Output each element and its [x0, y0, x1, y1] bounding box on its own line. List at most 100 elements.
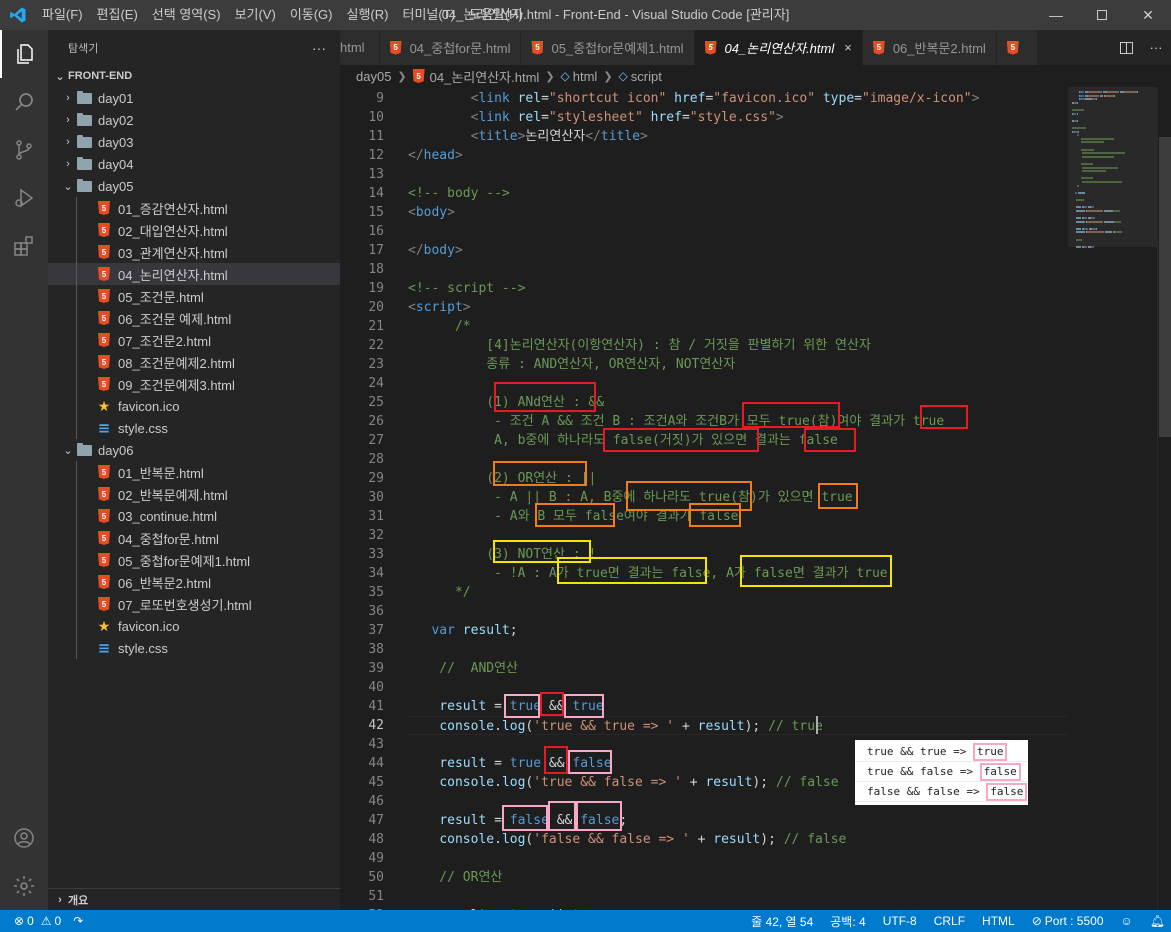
live-server-port[interactable]: ⊘ Port : 5500	[1032, 914, 1104, 928]
language-mode[interactable]: HTML	[982, 914, 1015, 928]
feedback-icon[interactable]: ☺	[1121, 914, 1133, 928]
folder-item[interactable]: › day02	[48, 109, 340, 131]
workspace-root[interactable]: ⌄ FRONT-END	[48, 65, 340, 87]
extensions-icon[interactable]	[0, 222, 48, 270]
file-item[interactable]: 5 09_조건문예제3.html	[48, 373, 340, 395]
file-item[interactable]: ≡ style.css	[48, 417, 340, 439]
menu-item[interactable]: 도움말(H)	[462, 0, 530, 30]
breadcrumb-folder[interactable]: day05	[356, 69, 391, 84]
code-line[interactable]: 종류 : AND연산자, OR연산자, NOT연산자	[408, 355, 1068, 374]
folder-item[interactable]: › day03	[48, 131, 340, 153]
code-line[interactable]: (1) ANd연산 : &&	[408, 393, 1068, 412]
folder-item[interactable]: ⌄ day06	[48, 439, 340, 461]
explorer-icon[interactable]	[0, 30, 48, 78]
code-line[interactable]: </head>	[408, 146, 1068, 165]
file-item[interactable]: 5 07_조건문2.html	[48, 329, 340, 351]
file-item[interactable]: 5 05_중첩for문예제1.html	[48, 549, 340, 571]
split-editor-icon[interactable]	[1119, 41, 1133, 54]
live-share-icon[interactable]: ↷	[73, 914, 83, 928]
code-line[interactable]: - !A : A가 true면 결과는 false, A가 false면 결과가…	[408, 564, 1068, 583]
maximize-icon[interactable]	[1079, 0, 1125, 30]
code-line[interactable]	[408, 849, 1068, 868]
menu-item[interactable]: 이동(G)	[283, 0, 340, 30]
code-line[interactable]: <link rel="shortcut icon" href="favicon.…	[408, 89, 1068, 108]
file-item[interactable]: 5 02_반복문예제.html	[48, 483, 340, 505]
folder-item[interactable]: › day04	[48, 153, 340, 175]
code-line[interactable]	[408, 222, 1068, 241]
code-line[interactable]	[408, 165, 1068, 184]
breadcrumb-file[interactable]: 04_논리연산자.html	[430, 67, 540, 86]
outline-section[interactable]: › 개요	[48, 888, 340, 910]
file-item[interactable]: 5 04_논리연산자.html	[48, 263, 340, 285]
file-item[interactable]: 5 03_관계연산자.html	[48, 241, 340, 263]
editor-tab[interactable]: 5	[996, 30, 1038, 65]
file-item[interactable]: 5 01_반복문.html	[48, 461, 340, 483]
code-line[interactable]: <!-- script -->	[408, 279, 1068, 298]
code-line[interactable]: (3) NOT연산 : !	[408, 545, 1068, 564]
notifications-bell-icon[interactable]: 🔔︎	[1150, 914, 1165, 928]
editor-tab[interactable]: html	[340, 30, 380, 65]
file-item[interactable]: 5 03_continue.html	[48, 505, 340, 527]
more-actions-icon[interactable]: ···	[1150, 40, 1163, 55]
editor-tab[interactable]: 5 04_논리연산자.html ×	[694, 30, 863, 65]
code-line[interactable]: /*	[408, 317, 1068, 336]
menu-item[interactable]: 실행(R)	[340, 0, 396, 30]
code-line[interactable]: <title>논리연산자</title>	[408, 127, 1068, 146]
search-icon[interactable]	[0, 78, 48, 126]
code-line[interactable]	[408, 887, 1068, 906]
file-item[interactable]: 5 05_조건문.html	[48, 285, 340, 307]
file-item[interactable]: 5 02_대입연산자.html	[48, 219, 340, 241]
problems-indicator[interactable]: ⊗ 0 ⚠ 0	[14, 914, 61, 928]
encoding[interactable]: UTF-8	[883, 914, 917, 928]
end-of-line[interactable]: CRLF	[934, 914, 965, 928]
menu-item[interactable]: 파일(F)	[35, 0, 90, 30]
code-line[interactable]	[408, 260, 1068, 279]
menu-item[interactable]: 터미널(T)	[395, 0, 461, 30]
cursor-position[interactable]: 줄 42, 열 54	[751, 913, 813, 930]
code-line[interactable]: result = false && false;	[408, 811, 1068, 830]
file-item[interactable]: 5 08_조건문예제2.html	[48, 351, 340, 373]
run-debug-icon[interactable]	[0, 174, 48, 222]
file-item[interactable]: 5 06_조건문 예제.html	[48, 307, 340, 329]
code-line[interactable]: var result;	[408, 621, 1068, 640]
editor-tab[interactable]: 5 04_중첩for문.html	[379, 30, 522, 65]
editor-tab[interactable]: 5 06_반복문2.html	[862, 30, 997, 65]
code-line[interactable]	[408, 450, 1068, 469]
code-line[interactable]	[408, 526, 1068, 545]
code-line[interactable]: <link rel="stylesheet" href="style.css">	[408, 108, 1068, 127]
file-item[interactable]: ★ favicon.ico	[48, 615, 340, 637]
code-line[interactable]: - A와 B 모두 false여야 결과가 false	[408, 507, 1068, 526]
file-item[interactable]: 5 01_증감연산자.html	[48, 197, 340, 219]
source-control-icon[interactable]	[0, 126, 48, 174]
code-line[interactable]: A, b중에 하나라도 false(거짓)가 있으면 결과는 false	[408, 431, 1068, 450]
code-line[interactable]	[408, 640, 1068, 659]
code-line[interactable]: */	[408, 583, 1068, 602]
file-item[interactable]: 5 06_반복문2.html	[48, 571, 340, 593]
more-actions-icon[interactable]: ···	[312, 40, 326, 56]
code-line[interactable]: - A || B : A, B중에 하나라도 true(참)가 있으면 true	[408, 488, 1068, 507]
code-line[interactable]: // AND연산	[408, 659, 1068, 678]
minimap[interactable]	[1068, 87, 1157, 910]
breadcrumb-script[interactable]: script	[631, 69, 662, 84]
code-line[interactable]: <!-- body -->	[408, 184, 1068, 203]
code-line[interactable]	[408, 602, 1068, 621]
code-line[interactable]: <body>	[408, 203, 1068, 222]
code-line[interactable]: (2) OR연산 : ||	[408, 469, 1068, 488]
code-line[interactable]	[408, 374, 1068, 393]
code-line[interactable]	[408, 678, 1068, 697]
scrollbar-thumb[interactable]	[1159, 137, 1171, 437]
breadcrumb-html[interactable]: html	[573, 69, 598, 84]
file-item[interactable]: 5 04_중첩for문.html	[48, 527, 340, 549]
minimize-icon[interactable]: —	[1033, 0, 1079, 30]
file-item[interactable]: ≡ style.css	[48, 637, 340, 659]
code-line[interactable]: - 조건 A && 조건 B : 조건A와 조건B가 모두 true(참)여야 …	[408, 412, 1068, 431]
settings-gear-icon[interactable]	[0, 862, 48, 910]
code-line[interactable]: </body>	[408, 241, 1068, 260]
code-line[interactable]: // OR연산	[408, 868, 1068, 887]
file-item[interactable]: ★ favicon.ico	[48, 395, 340, 417]
folder-item[interactable]: ⌄ day05	[48, 175, 340, 197]
menu-item[interactable]: 보기(V)	[228, 0, 283, 30]
editor-tab[interactable]: 5 05_중첩for문예제1.html	[521, 30, 695, 65]
folder-item[interactable]: › day01	[48, 87, 340, 109]
code-line[interactable]: console.log('true && true => ' + result)…	[408, 716, 1068, 735]
